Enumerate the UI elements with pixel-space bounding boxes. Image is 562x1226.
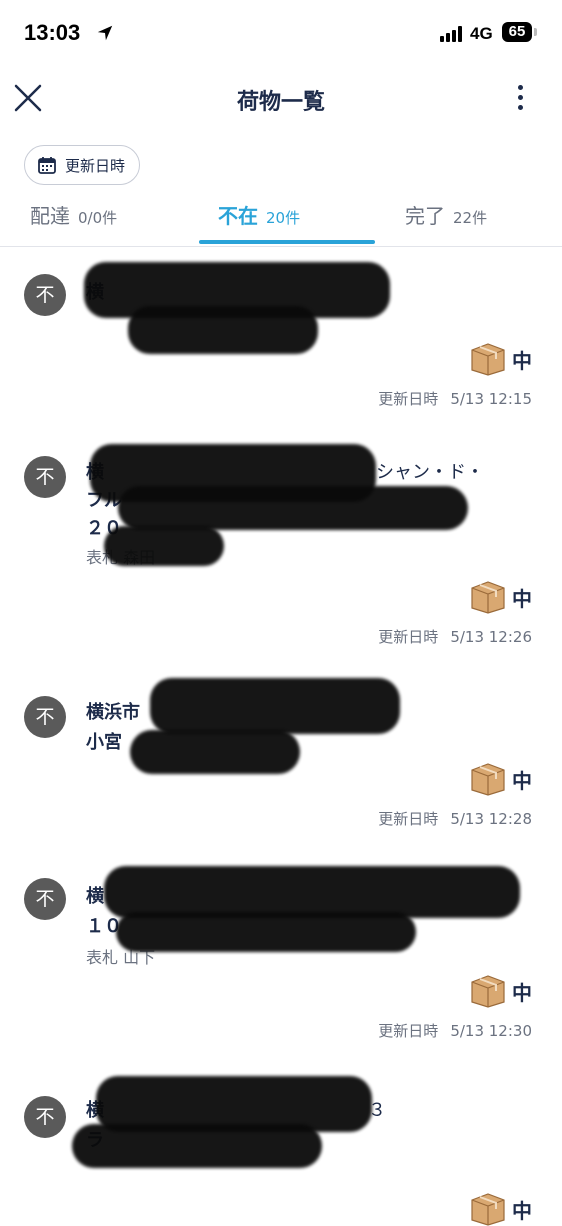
updated-value: 5/13 12:15 <box>450 390 532 408</box>
size-label: 中 <box>512 980 532 1005</box>
list-item[interactable]: 不 横 １０ 表札 山下 中 更新日時 5/13 12:30 <box>0 850 562 1063</box>
app-header: 荷物一覧 <box>0 64 562 134</box>
battery-tip <box>534 28 537 36</box>
updated-time: 更新日時 5/13 12:30 <box>378 1020 532 1041</box>
redaction <box>130 730 300 774</box>
network-type: 4G <box>470 24 493 43</box>
size-badge: 中 <box>468 974 532 1008</box>
sort-by-updated-button[interactable]: 更新日時 <box>24 145 141 185</box>
page-title: 荷物一覧 <box>236 90 325 115</box>
updated-label: 更新日時 <box>378 390 439 408</box>
updated-time: 更新日時 5/13 12:15 <box>378 388 532 409</box>
list-item[interactable]: 不 横浜市 小宮 中 更新日時 5/13 12:28 <box>0 666 562 851</box>
package-box-icon <box>471 763 505 796</box>
updated-value: 5/13 12:28 <box>450 810 532 828</box>
building-line: 小宮 <box>86 732 122 753</box>
size-badge: 中 <box>468 342 532 376</box>
updated-time: 更新日時 5/13 12:28 <box>378 808 532 829</box>
size-badge: 中 <box>468 1192 532 1226</box>
tab-absent[interactable]: 不在 20件 <box>218 200 300 229</box>
status-avatar: 不 <box>24 1096 66 1138</box>
address-line: 横 <box>86 886 104 907</box>
tab-count: 22件 <box>453 209 488 227</box>
status-bar: 13:03 4G 65 <box>0 0 562 64</box>
size-label: 中 <box>512 586 532 611</box>
package-box-icon <box>471 1193 505 1226</box>
status-avatar: 不 <box>24 274 66 316</box>
redaction <box>104 526 224 566</box>
cellular-signal-icon <box>440 26 466 42</box>
tab-completed[interactable]: 完了 22件 <box>405 200 487 229</box>
package-box-icon <box>471 581 505 614</box>
tab-count: 20件 <box>266 209 301 227</box>
package-box-icon <box>471 975 505 1008</box>
size-label: 中 <box>512 768 532 793</box>
clock: 13:03 <box>24 20 81 45</box>
updated-label: 更新日時 <box>378 628 439 646</box>
size-label: 中 <box>512 348 532 373</box>
tab-delivery[interactable]: 配達 0/0件 <box>30 200 117 229</box>
address-line-tail: シャン・ド・ <box>376 462 484 483</box>
tab-label: 配達 <box>30 204 70 228</box>
tab-label: 完了 <box>405 204 445 228</box>
size-badge: 中 <box>468 762 532 796</box>
tab-label: 不在 <box>218 204 258 228</box>
redaction <box>128 306 318 354</box>
size-label: 中 <box>512 1198 532 1223</box>
redaction <box>72 1124 322 1168</box>
updated-time: 更新日時 5/13 12:26 <box>378 626 532 647</box>
sort-label: 更新日時 <box>65 156 126 175</box>
updated-value: 5/13 12:30 <box>450 1022 532 1040</box>
updated-value: 5/13 12:26 <box>450 628 532 646</box>
updated-label: 更新日時 <box>378 810 439 828</box>
status-avatar: 不 <box>24 878 66 920</box>
list-item[interactable]: 不 横 ３ ラ 中 <box>0 1062 562 1226</box>
package-box-icon <box>471 343 505 376</box>
tab-count: 0/0件 <box>78 209 118 227</box>
more-options-icon[interactable] <box>508 80 532 120</box>
address-line: 横浜市 <box>86 702 140 723</box>
updated-label: 更新日時 <box>378 1022 439 1040</box>
list-item[interactable]: 不 横 中 更新日時5/13 12:15 <box>0 248 562 431</box>
battery-icon: 65 <box>502 22 532 42</box>
list-item[interactable]: 不 横 シャン・ド・ フル ２０ 表札 森田 中 更新日時5/13 12:26 <box>0 430 562 667</box>
redaction <box>118 486 468 530</box>
calendar-icon <box>38 157 56 174</box>
redaction <box>150 678 400 734</box>
location-arrow-icon <box>97 25 113 41</box>
redaction <box>116 912 416 952</box>
active-tab-indicator <box>199 240 375 244</box>
redaction <box>104 866 520 918</box>
status-avatar: 不 <box>24 696 66 738</box>
status-avatar: 不 <box>24 456 66 498</box>
size-badge: 中 <box>468 580 532 614</box>
